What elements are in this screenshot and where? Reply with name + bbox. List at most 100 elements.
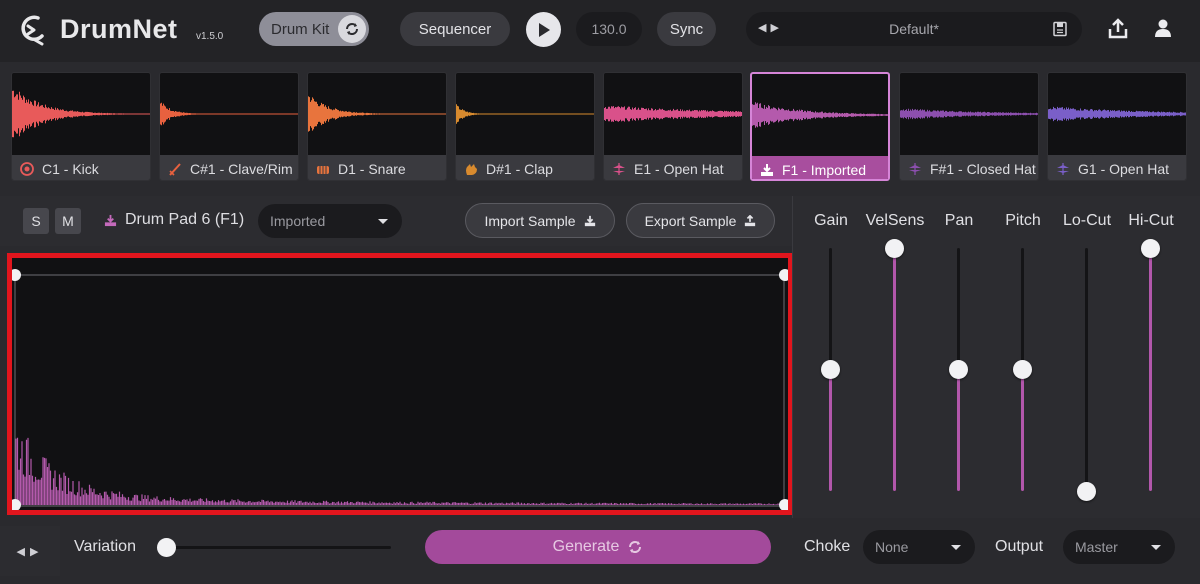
drumnet-app: DrumNet v1.5.0 Drum Kit Sequencer 130.0 … xyxy=(0,0,1200,584)
hi-cut-label: Hi-Cut xyxy=(1128,212,1174,229)
gain-slider[interactable]: Gain xyxy=(799,196,863,518)
slider-thumb[interactable] xyxy=(1077,481,1096,501)
drum-pad-clap[interactable]: D#1 - Clap xyxy=(455,72,595,181)
lo-cut-label: Lo-Cut xyxy=(1062,212,1112,229)
pad-title: Drum Pad 6 (F1) xyxy=(104,211,244,229)
pad-label: F1 - Imported xyxy=(752,156,888,179)
pad-label-text: E1 - Open Hat xyxy=(634,160,724,177)
pad-label: D1 - Snare xyxy=(308,155,446,180)
pan-slider[interactable]: Pan xyxy=(927,196,991,518)
variation-slider-track[interactable] xyxy=(166,546,391,549)
refresh-icon[interactable] xyxy=(338,15,366,43)
drum-pad-snare[interactable]: D1 - Snare xyxy=(307,72,447,181)
velsens-slider[interactable]: VelSens xyxy=(863,196,927,518)
export-sample-label: Export Sample xyxy=(644,212,737,229)
pad-label-text: D#1 - Clap xyxy=(486,160,553,177)
slider-fill xyxy=(829,369,832,491)
drum-pad-imported[interactable]: F1 - Imported xyxy=(750,72,890,181)
pad-waveform-envelope xyxy=(308,96,446,132)
solo-button[interactable]: S xyxy=(23,208,49,234)
output-dropdown[interactable]: Master xyxy=(1063,530,1175,564)
pitch-slider[interactable]: Pitch xyxy=(991,196,1055,518)
generate-label: Generate xyxy=(552,538,620,555)
drum-pad-closed-hat[interactable]: F#1 - Closed Hat xyxy=(899,72,1039,181)
mute-button[interactable]: M xyxy=(55,208,81,234)
pad-label-text: C1 - Kick xyxy=(42,160,99,177)
user-icon[interactable] xyxy=(1152,18,1174,40)
export-sample-button[interactable]: Export Sample xyxy=(626,203,775,238)
hihat-icon xyxy=(613,162,625,175)
pad-waveform-envelope xyxy=(752,102,888,128)
prev-next-icon[interactable]: ◀▶ xyxy=(0,526,60,576)
drum-kit-button[interactable]: Drum Kit xyxy=(259,12,369,46)
trim-handle-bottom-right[interactable] xyxy=(779,499,788,510)
pad-waveform-envelope xyxy=(160,102,298,126)
slider-thumb[interactable] xyxy=(1141,238,1160,258)
choke-dropdown[interactable]: None xyxy=(863,530,975,564)
slider-thumb[interactable] xyxy=(821,360,840,379)
sample-type-dropdown[interactable]: Imported xyxy=(258,204,402,238)
clave-icon xyxy=(169,162,181,176)
drum-pad-kick[interactable]: C1 - Kick xyxy=(11,72,151,181)
trim-region xyxy=(14,274,785,507)
drumnet-logo-icon xyxy=(21,15,44,46)
chevron-down-icon xyxy=(378,219,388,224)
import-sample-label: Import Sample xyxy=(484,212,576,229)
pad-waveform xyxy=(604,106,742,122)
import-sample-button[interactable]: Import Sample xyxy=(465,203,615,238)
pad-waveform-envelope xyxy=(604,106,742,122)
slider-thumb[interactable] xyxy=(1013,360,1032,379)
drum-pad-open-hat-2[interactable]: G1 - Open Hat xyxy=(1047,72,1187,181)
pad-waveform xyxy=(160,102,298,126)
pad-waveform-envelope xyxy=(12,90,150,138)
velsens-label: VelSens xyxy=(865,212,925,229)
pad-waveform xyxy=(456,104,594,124)
share-icon[interactable] xyxy=(1107,18,1129,40)
import-icon xyxy=(761,163,773,176)
slider-track[interactable] xyxy=(1085,248,1088,491)
pad-label-text: F1 - Imported xyxy=(782,161,867,178)
choke-label: Choke xyxy=(804,538,851,555)
variation-slider-thumb[interactable] xyxy=(157,538,176,557)
pad-label: E1 - Open Hat xyxy=(604,155,742,180)
slider-fill xyxy=(1021,369,1024,491)
play-icon xyxy=(538,22,550,37)
pan-label: Pan xyxy=(944,212,974,229)
chevron-down-icon xyxy=(951,545,961,550)
waveform-bars xyxy=(15,437,784,505)
sample-waveform[interactable] xyxy=(12,258,788,510)
pad-waveform xyxy=(12,90,150,138)
pad-label: C#1 - Clave/Rim xyxy=(160,155,298,180)
hi-cut-slider[interactable]: Hi-Cut xyxy=(1119,196,1183,518)
variation-label: Variation xyxy=(74,538,136,555)
clap-icon xyxy=(466,163,477,175)
slider-fill xyxy=(957,369,960,491)
sync-button[interactable]: Sync xyxy=(657,12,716,46)
refresh-icon xyxy=(629,541,642,553)
trim-handle-top-right[interactable] xyxy=(779,269,788,281)
sequencer-button[interactable]: Sequencer xyxy=(400,12,510,46)
preset-selector[interactable]: ◀▶ Default* xyxy=(746,12,1082,46)
pad-waveform xyxy=(308,96,446,132)
bpm-field[interactable]: 130.0 xyxy=(576,12,642,46)
drum-pad-open-hat[interactable]: E1 - Open Hat xyxy=(603,72,743,181)
pad-title-text: Drum Pad 6 (F1) xyxy=(125,211,245,228)
pad-label: F#1 - Closed Hat xyxy=(900,155,1038,180)
pad-label: G1 - Open Hat xyxy=(1048,155,1186,180)
trim-handle-bottom-left[interactable] xyxy=(12,499,21,510)
trim-handle-top-left[interactable] xyxy=(12,269,21,281)
sample-editor: S M Drum Pad 6 (F1) Imported Import Samp… xyxy=(0,196,793,518)
play-button[interactable] xyxy=(526,12,561,47)
drum-pad-clave[interactable]: C#1 - Clave/Rim xyxy=(159,72,299,181)
top-bar: DrumNet v1.5.0 Drum Kit Sequencer 130.0 … xyxy=(0,0,1200,62)
waveform-editor[interactable] xyxy=(7,253,793,515)
drum-kit-label: Drum Kit xyxy=(271,20,330,38)
slider-thumb[interactable] xyxy=(949,360,968,379)
pad-waveform xyxy=(900,108,1038,120)
slider-thumb[interactable] xyxy=(885,238,904,258)
lo-cut-slider[interactable]: Lo-Cut xyxy=(1055,196,1119,518)
pad-waveform-envelope xyxy=(1048,106,1186,122)
pad-label-text: G1 - Open Hat xyxy=(1078,160,1170,177)
generate-button[interactable]: Generate xyxy=(425,530,771,564)
save-icon[interactable] xyxy=(1052,21,1068,37)
